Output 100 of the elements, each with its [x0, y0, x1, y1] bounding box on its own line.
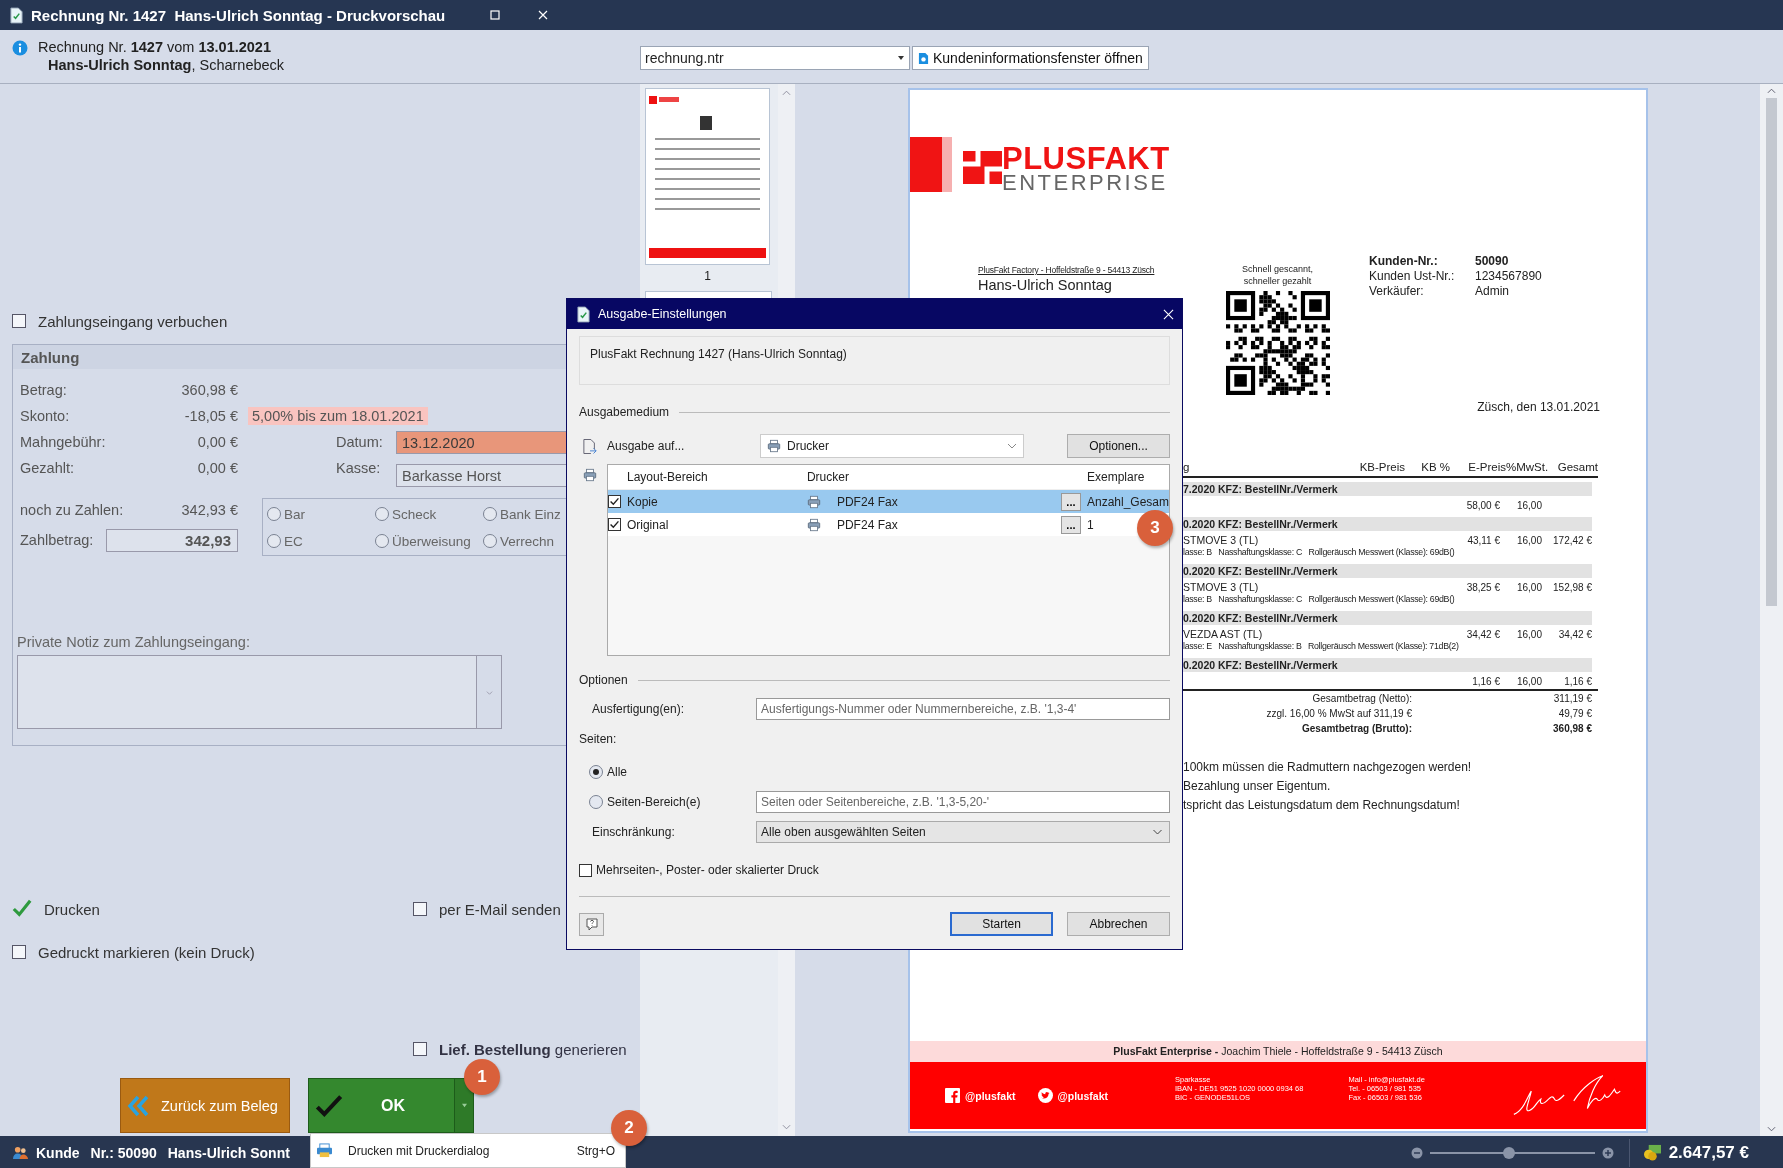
scrollbar[interactable]: [1760, 84, 1783, 1136]
document-icon: [918, 51, 929, 65]
table-cell: 16,00: [1516, 535, 1542, 546]
checkbox-label: Mehrseiten-, Poster- oder skalierter Druck: [596, 863, 819, 877]
amount-value: 0,00 €: [196, 460, 238, 476]
scroll-up-icon[interactable]: [1767, 88, 1776, 94]
page-number: 1: [703, 269, 712, 283]
table-cell: Kopie: [626, 494, 658, 509]
field-label: Kasse:: [336, 460, 382, 476]
checkbox-label: Lief. Bestellung generieren: [439, 1040, 627, 1058]
group-title: 0.2020 KFZ: BestellNr./Vermerk: [1183, 518, 1338, 530]
amount-value: 342,93 €: [181, 502, 238, 518]
radio-button[interactable]: [483, 507, 497, 521]
item-detail: lasse: B Nasshaftungsklasse: C Rollgeräusch Messwert (Klasse): 69dB(): [1183, 594, 1455, 605]
table-cell: 152,98 €: [1553, 582, 1592, 593]
checkbox[interactable]: [413, 1042, 427, 1056]
field-label: Betrag:: [20, 382, 68, 398]
scroll-button[interactable]: [477, 655, 502, 729]
document-icon: [577, 305, 590, 323]
table-cell: 34,42 €: [1558, 629, 1592, 640]
checkbox-label: per E-Mail senden: [439, 900, 561, 918]
scroll-down-icon[interactable]: [782, 1124, 791, 1130]
checkbox[interactable]: [413, 902, 427, 916]
item-detail: lasse: B Nasshaftungsklasse: C Rollgeräusch Messwert (Klasse): 69dB(): [1183, 547, 1455, 558]
close-icon[interactable]: [1163, 308, 1174, 320]
more-button[interactable]: ...: [1060, 492, 1081, 511]
dropdown-arrow-button[interactable]: [455, 1078, 474, 1133]
caret-icon: [1152, 829, 1163, 835]
item-name: STMOVE 3 (TL): [1183, 534, 1260, 546]
total-label: zzgl. 16,00 % MwSt auf 311,19 €: [1265, 707, 1413, 721]
ok-button[interactable]: OK: [308, 1078, 455, 1133]
radio-button[interactable]: [589, 765, 603, 779]
maximize-icon[interactable]: [489, 9, 502, 21]
checkbox[interactable]: [579, 863, 592, 877]
social-handle: @plusfakt: [965, 1089, 1016, 1102]
output-dropdown[interactable]: Drucker: [760, 434, 1024, 458]
radio-label: Scheck: [392, 506, 437, 522]
logo-tagline: ENTERPRISE: [1002, 173, 1169, 193]
column-header: %MwSt.: [1506, 461, 1548, 475]
table-cell: 1,16 €: [1564, 676, 1592, 687]
table-row[interactable]: Kopie PDF24 Fax ... Anzahl_Gesam: [607, 490, 1169, 513]
facebook-icon: [945, 1088, 960, 1103]
more-button[interactable]: ...: [1060, 515, 1081, 534]
printer-icon: [806, 517, 821, 532]
options-button[interactable]: Optionen...: [1067, 434, 1170, 458]
close-icon[interactable]: [537, 9, 550, 21]
total-label: Gesamtbetrag (Netto):: [1311, 692, 1413, 706]
radio-button[interactable]: [267, 534, 281, 548]
back-button[interactable]: Zurück zum Beleg: [120, 1078, 290, 1133]
checkbox[interactable]: [607, 518, 621, 531]
copies-field[interactable]: Ausfertigungs-Nummer oder Nummernbereiche, z.B. '1,3-4': [756, 698, 1170, 720]
note-field[interactable]: [17, 655, 477, 729]
cancel-button[interactable]: Abbrechen: [1067, 912, 1170, 936]
table-cell: 1: [1086, 517, 1094, 532]
page-range-field[interactable]: Seiten oder Seitenbereiche, z.B. '1,3-5,20-': [756, 791, 1170, 813]
help-button[interactable]: [579, 912, 604, 936]
total-value: 360,98 €: [1552, 722, 1592, 736]
group-title: 0.2020 KFZ: BestellNr./Vermerk: [1183, 659, 1338, 671]
item-detail: lasse: E Nasshaftungsklasse: B Rollgeräusch Messwert (Klasse): 71dB(2): [1183, 641, 1459, 652]
printer-icon: [806, 494, 821, 509]
table-cell: 34,42 €: [1466, 629, 1500, 640]
radio-button[interactable]: [589, 795, 603, 809]
zoom-in-icon[interactable]: [1601, 1146, 1614, 1159]
sender-line: PlusFakt Factory - Hoffeldstraße 9 - 54413 Züsch: [978, 265, 1156, 275]
total-value: 49,79 €: [1557, 707, 1592, 721]
checkbox[interactable]: [12, 899, 32, 919]
customer-info-button[interactable]: Kundeninformationsfenster öffnen: [912, 46, 1149, 70]
template-dropdown[interactable]: rechnung.ntr: [640, 46, 910, 70]
amount-field[interactable]: 342,93: [106, 528, 238, 552]
start-button[interactable]: Starten: [950, 912, 1053, 936]
checkbox[interactable]: [607, 495, 621, 508]
zoom-out-icon[interactable]: [1410, 1146, 1423, 1159]
document-name: PlusFakt Rechnung 1427 (Hans-Ulrich Sonntag): [590, 347, 847, 361]
checkbox[interactable]: [12, 945, 26, 959]
help-icon: [584, 916, 599, 931]
menu-item[interactable]: Drucken mit Druckerdialog Strg+O: [311, 1134, 625, 1167]
people-icon: [12, 1145, 29, 1160]
section-title: Ausgabemedium: [579, 405, 670, 419]
note-text: tspricht das Leistungsdatum dem Rechnungsdatum!: [1183, 797, 1461, 814]
scroll-up-icon[interactable]: [782, 90, 791, 96]
radio-button[interactable]: [375, 507, 389, 521]
radio-button[interactable]: [375, 534, 389, 548]
page-thumbnail[interactable]: [645, 88, 770, 265]
restriction-dropdown[interactable]: Alle oben ausgewählten Seiten: [756, 821, 1170, 843]
discount-note: 5,00% bis zum 18.01.2021: [248, 407, 428, 425]
info-label: Kunden-Nr.:: [1369, 254, 1439, 269]
window-title: Rechnung Nr. 1427 Hans-Ulrich Sonntag - Druckvorschau: [31, 6, 446, 24]
step-badge: 1: [464, 1059, 500, 1095]
amount-value: 0,00 €: [196, 434, 238, 450]
total-value: 311,19 €: [1552, 692, 1592, 706]
radio-button[interactable]: [267, 507, 281, 521]
column-header: E-Preis: [1467, 461, 1506, 475]
total-amount: 2.647,57 €: [1668, 1142, 1749, 1163]
checkbox[interactable]: [12, 314, 26, 328]
field-label: Ausfertigung(en):: [591, 702, 686, 716]
radio-button[interactable]: [483, 534, 497, 548]
double-chevron-icon: [127, 1093, 151, 1118]
note-text: Bezahlung unser Eigentum.: [1183, 778, 1332, 795]
scroll-down-icon[interactable]: [1767, 1126, 1776, 1132]
scroll-thumb[interactable]: [1766, 98, 1777, 606]
